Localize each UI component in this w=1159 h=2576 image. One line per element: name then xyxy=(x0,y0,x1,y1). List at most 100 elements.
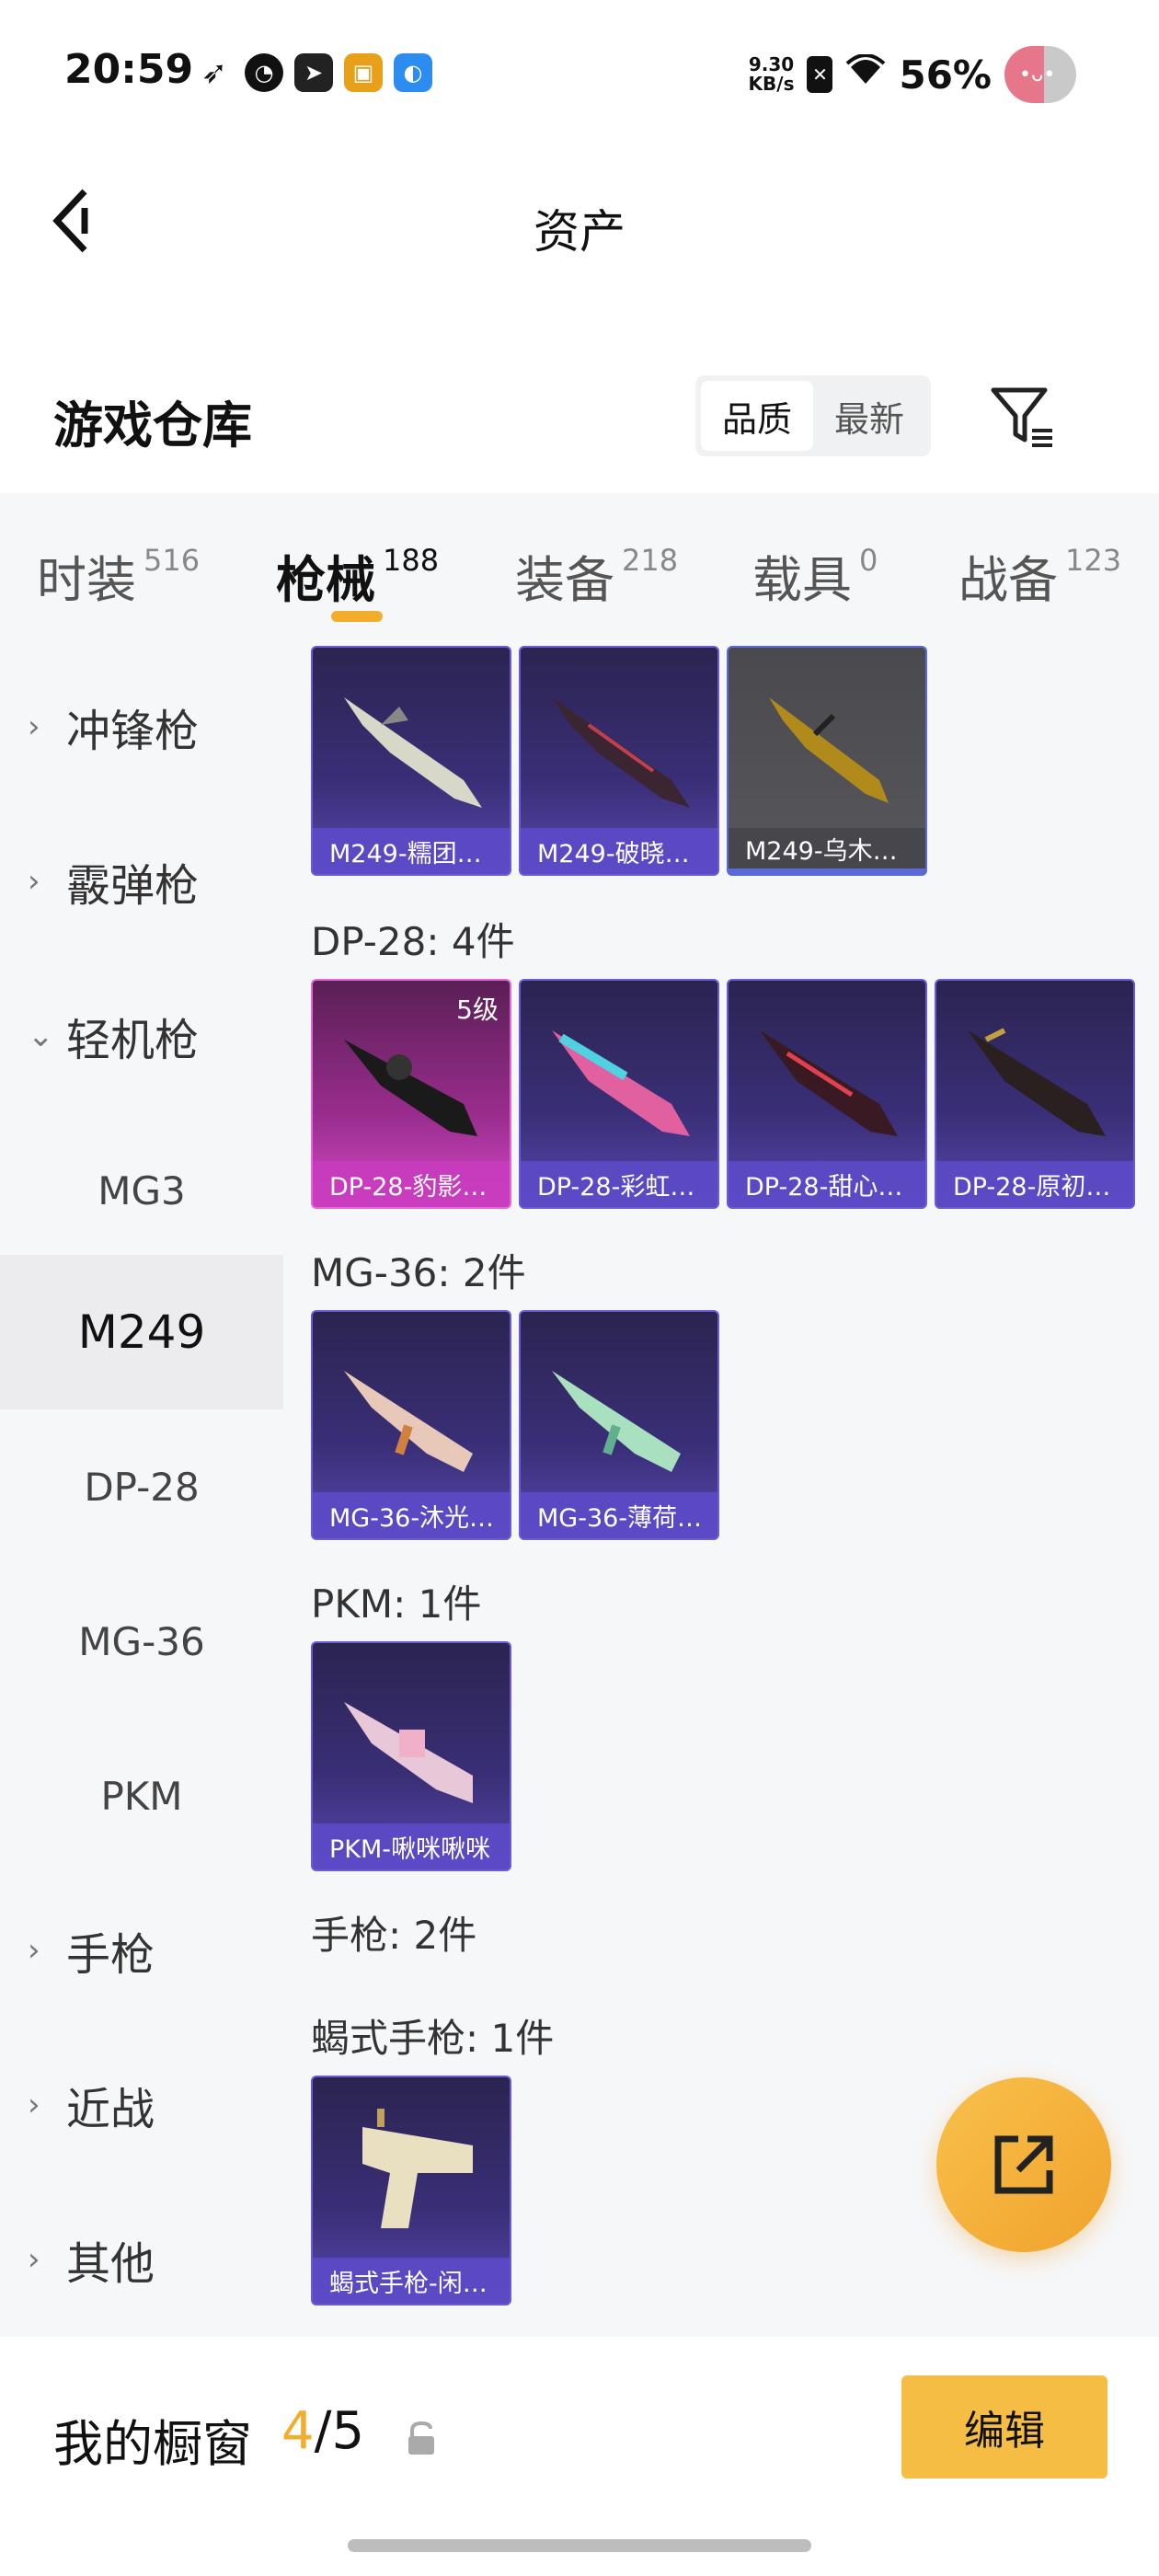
sidebar-item-m249[interactable]: M249 xyxy=(0,1255,283,1409)
group-title: DP-28: 4件 xyxy=(311,919,515,964)
weapon-card[interactable]: MG-36-薄荷… xyxy=(519,1310,719,1540)
tab-label: 枪械 xyxy=(276,551,375,609)
sidebar-item-label: 冲锋枪 xyxy=(66,706,200,757)
tab-count: 123 xyxy=(1065,543,1122,578)
tab-vehicles[interactable]: 载具 0 xyxy=(752,539,878,612)
share-fab-button[interactable] xyxy=(936,2077,1111,2252)
sort-option-newest[interactable]: 最新 xyxy=(813,381,925,451)
weapon-card-label: MG-36-沐光… xyxy=(313,1492,510,1538)
group-title: 蝎式手枪: 1件 xyxy=(311,2016,555,2061)
gun-icon xyxy=(344,1702,473,1803)
sort-option-quality[interactable]: 品质 xyxy=(701,381,813,451)
showcase-used: 4 xyxy=(281,2401,315,2461)
sidebar-item-other[interactable]: › 其他 xyxy=(0,2182,283,2337)
sidebar-item-lmg[interactable]: ⌄ 轻机枪 xyxy=(0,959,283,1113)
sidebar-item-label: 近战 xyxy=(66,2084,155,2135)
status-time: 20:59 xyxy=(64,46,194,93)
tab-label: 战备 xyxy=(958,551,1058,609)
sidebar-item-label: 其他 xyxy=(66,2238,155,2290)
gun-icon xyxy=(552,1371,681,1472)
warehouse-title: 游戏仓库 xyxy=(53,397,252,454)
sidebar-item-label: 轻机枪 xyxy=(66,1015,200,1066)
sidebar-item-label: PKM xyxy=(100,1773,183,1819)
weapon-card[interactable]: M249-乌木… xyxy=(727,646,927,876)
weapon-card[interactable]: MG-36-沐光… xyxy=(311,1310,511,1540)
weapon-card[interactable]: DP-28-甜心… xyxy=(727,979,927,1209)
weapon-card-label: M249-糯团… xyxy=(313,828,510,874)
page-title: 资产 xyxy=(534,205,625,259)
sidebar-item-shotgun[interactable]: › 霰弹枪 xyxy=(0,804,283,959)
avatar[interactable]: •ᴗ• xyxy=(1004,46,1076,103)
edit-button[interactable]: 编辑 xyxy=(901,2375,1107,2478)
showcase-count: 4/5 xyxy=(281,2401,364,2461)
sidebar-item-label: MG-36 xyxy=(78,1618,205,1664)
weapon-card[interactable]: DP-28-原初… xyxy=(935,979,1135,1209)
chevron-right-icon: › xyxy=(28,1932,40,1969)
weapon-card-label: DP-28-豹影… xyxy=(313,1161,510,1207)
group-title: 手枪: 2件 xyxy=(311,1913,477,1958)
home-indicator[interactable] xyxy=(348,2539,811,2552)
game-app-icon: ▣ xyxy=(344,53,383,92)
filter-button[interactable] xyxy=(988,383,1058,453)
weapon-card-label: MG-36-薄荷… xyxy=(521,1492,717,1538)
tab-firearms[interactable]: 枪械 188 xyxy=(276,539,439,612)
sort-toggle: 品质 最新 xyxy=(695,375,931,456)
group-title: PKM: 1件 xyxy=(311,1581,482,1627)
weapon-card-label: DP-28-原初… xyxy=(936,1161,1133,1207)
weapon-card-label: DP-28-甜心… xyxy=(729,1161,925,1207)
weapon-card-label: 蝎式手枪-闲… xyxy=(313,2258,510,2304)
gun-icon xyxy=(968,1028,1106,1136)
weapon-card[interactable]: DP-28-彩虹… xyxy=(519,979,719,1209)
sidebar-item-melee[interactable]: › 近战 xyxy=(0,2028,283,2182)
weapon-card-label: M249-乌木… xyxy=(729,828,925,874)
showcase-total: /5 xyxy=(314,2401,365,2461)
export-icon xyxy=(994,2135,1053,2194)
gun-icon xyxy=(362,2109,473,2228)
network-speed: 9.30 KB/s xyxy=(749,55,795,94)
weapon-card[interactable]: PKM-啾咪啾咪 xyxy=(311,1641,511,1871)
warehouse-header: 游戏仓库 品质 最新 xyxy=(0,350,1159,488)
sidebar-item-smg[interactable]: › 冲锋枪 xyxy=(0,650,283,804)
showcase-label: 我的橱窗 xyxy=(53,2415,252,2473)
gun-icon xyxy=(552,697,690,808)
weapon-card[interactable]: M249-糯团… xyxy=(311,646,511,876)
showcase-bar: 我的橱窗 4/5 编辑 xyxy=(0,2337,1159,2576)
chevron-down-icon: ⌄ xyxy=(28,1018,54,1054)
chevron-right-icon: › xyxy=(28,2087,40,2123)
weapon-card[interactable]: 蝎式手枪-闲… xyxy=(311,2076,511,2306)
tab-label: 载具 xyxy=(752,551,852,609)
sidebar-item-label: DP-28 xyxy=(84,1464,200,1510)
tab-equipment[interactable]: 装备 218 xyxy=(515,539,678,612)
network-speed-value: 9.30 xyxy=(748,53,795,75)
weapon-card-label: M249-破晓… xyxy=(521,828,717,874)
sidebar-item-pistol[interactable]: › 手枪 xyxy=(0,1873,283,2028)
tab-fashion[interactable]: 时装 516 xyxy=(37,539,200,612)
sim-icon: ✕ xyxy=(807,56,833,93)
tab-count: 188 xyxy=(383,543,440,578)
weapon-card[interactable]: M249-破晓… xyxy=(519,646,719,876)
notification-app-icon: ◔ xyxy=(245,53,283,92)
tab-count: 516 xyxy=(143,543,201,578)
gun-icon xyxy=(344,1040,477,1136)
sidebar-item-mg3[interactable]: MG3 xyxy=(0,1113,283,1268)
weapon-card-label: PKM-啾咪啾咪 xyxy=(313,1823,510,1869)
tab-supplies[interactable]: 战备 123 xyxy=(958,539,1121,612)
notification-icons: ➶ ◔ ➤ ▣ ◐ xyxy=(195,53,432,92)
weapon-card-label: DP-28-彩虹… xyxy=(521,1161,717,1207)
sidebar-item-mg36[interactable]: MG-36 xyxy=(0,1564,283,1719)
category-tabs: 时装 516 枪械 188 装备 218 载具 0 战备 123 xyxy=(0,493,1159,650)
tab-label: 时装 xyxy=(37,551,136,609)
chevron-right-icon: › xyxy=(28,863,40,900)
sidebar-item-label: MG3 xyxy=(98,1167,186,1213)
gun-icon xyxy=(344,697,482,808)
chevron-right-icon: › xyxy=(28,2241,40,2278)
sidebar-item-pkm[interactable]: PKM xyxy=(0,1719,283,1873)
network-speed-unit: KB/s xyxy=(748,73,795,95)
sidebar-item-label: 手枪 xyxy=(66,1929,155,1981)
sidebar-item-label: 霰弹枪 xyxy=(66,860,200,912)
group-title: MG-36: 2件 xyxy=(311,1250,526,1295)
weapon-card[interactable]: 5级 DP-28-豹影… xyxy=(311,979,511,1209)
tab-count: 0 xyxy=(859,543,878,578)
lock-icon xyxy=(408,2421,434,2455)
sidebar-item-dp28[interactable]: DP-28 xyxy=(0,1409,283,1564)
